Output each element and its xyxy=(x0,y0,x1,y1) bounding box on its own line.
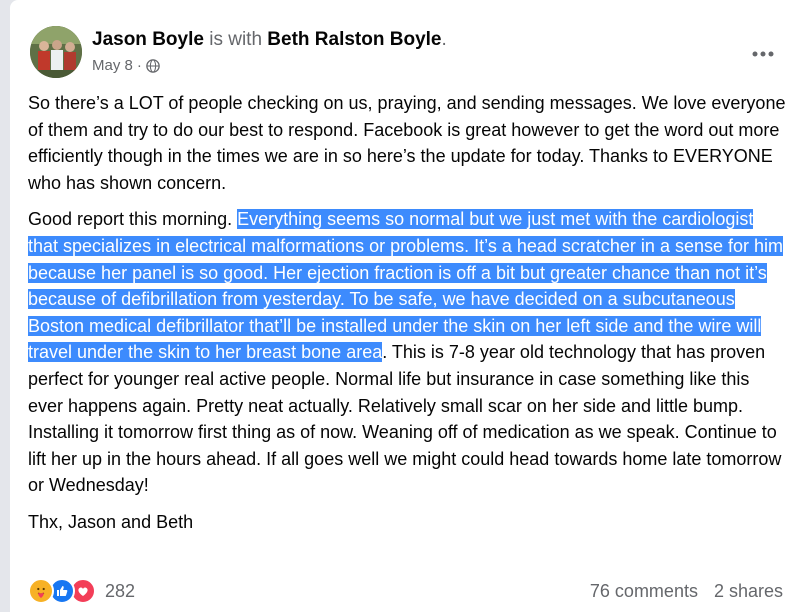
globe-icon[interactable] xyxy=(146,59,160,73)
paragraph-text: . This is 7-8 year old technology that h… xyxy=(28,342,782,496)
avatar[interactable] xyxy=(30,26,82,78)
more-options-icon[interactable] xyxy=(745,36,781,72)
comments-link[interactable]: 76 comments xyxy=(590,581,698,602)
post-header: Jason Boyle is with Beth Ralston Boyle. … xyxy=(30,26,787,82)
shares-link[interactable]: 2 shares xyxy=(714,581,783,602)
author-name[interactable]: Jason Boyle xyxy=(92,29,204,50)
post-card: Jason Boyle is with Beth Ralston Boyle . … xyxy=(10,0,797,612)
tagged-suffix: . xyxy=(441,29,447,50)
with-text: is with xyxy=(209,29,263,50)
engagement-stats: 76 comments 2 shares xyxy=(590,581,783,602)
post-meta: May 8 · xyxy=(92,56,160,76)
post-footer: 282 76 comments 2 shares xyxy=(28,576,783,606)
post-signoff: Thx, Jason and Beth xyxy=(28,511,194,532)
post-paragraph: Good report this morning. Everything see… xyxy=(28,206,786,499)
author-line: Jason Boyle is with Beth Ralston Boyle. xyxy=(92,28,447,52)
reaction-count[interactable]: 282 xyxy=(105,581,135,602)
care-reaction-icon xyxy=(28,578,54,604)
reactions-summary[interactable] xyxy=(28,578,96,604)
post-date[interactable]: May 8 xyxy=(92,56,133,76)
meta-separator: · xyxy=(136,57,142,74)
selected-text: Everything seems so normal but we just m… xyxy=(28,209,783,363)
post-paragraph: So there’s a LOT of people checking on u… xyxy=(28,93,786,193)
paragraph-text: Good report this morning. xyxy=(28,209,238,230)
tagged-person[interactable]: Beth Ralston Boyle xyxy=(267,29,441,50)
post-body: So there’s a LOT of people checking on u… xyxy=(28,90,786,546)
